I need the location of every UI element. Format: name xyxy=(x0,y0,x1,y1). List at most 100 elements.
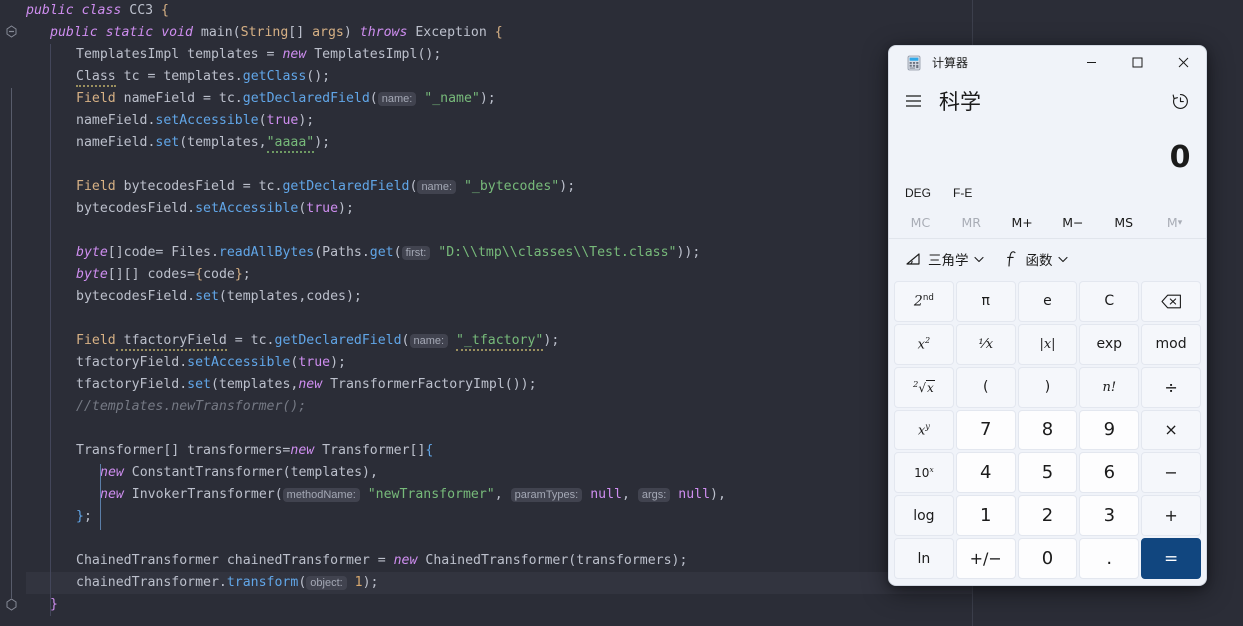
digit-9-key[interactable]: 9 xyxy=(1079,409,1140,451)
ten-power-key[interactable]: 10x xyxy=(894,452,954,494)
divide-key[interactable]: ÷ xyxy=(1141,366,1201,408)
factorial-key[interactable]: n! xyxy=(1079,366,1140,408)
code-token: bytecodesField. xyxy=(76,201,196,216)
calculator-window[interactable]: 计算器 科学 0 DEG F-E MC MR M+ M− MS M ▾ 三角学 … xyxy=(888,45,1207,586)
code-line[interactable]: bytecodesField.set(templates,codes); xyxy=(26,286,972,308)
code-line[interactable]: Class tc = templates.getClass(); xyxy=(26,66,972,88)
code-line[interactable]: tfactoryField.setAccessible(true); xyxy=(26,352,972,374)
code-token: set xyxy=(155,135,180,150)
code-line[interactable]: new ConstantTransformer(templates), xyxy=(26,462,972,484)
pi-key[interactable]: π xyxy=(955,281,1016,322)
code-line[interactable]: } xyxy=(26,594,972,616)
memory-store[interactable]: MS xyxy=(1098,209,1149,237)
hamburger-menu-icon[interactable] xyxy=(895,83,931,119)
code-token: ( xyxy=(232,25,241,40)
digit-2-key[interactable]: 2 xyxy=(1017,495,1078,537)
code-text-area[interactable]: public class CC3 {public static void mai… xyxy=(26,0,972,626)
code-line[interactable]: byte[]code= Files.readAllBytes(Paths.get… xyxy=(26,242,972,264)
digit-5-key[interactable]: 5 xyxy=(1017,452,1078,494)
code-line[interactable]: chainedTransformer.transform(object: 1); xyxy=(26,572,972,594)
code-token: args: xyxy=(637,488,671,502)
code-line[interactable]: ChainedTransformer chainedTransformer = … xyxy=(26,550,972,572)
euler-key[interactable]: e xyxy=(1017,281,1078,322)
exponent-key[interactable]: exp xyxy=(1079,323,1140,365)
memory-subtract[interactable]: M− xyxy=(1047,209,1098,237)
sign-toggle-key[interactable]: +/− xyxy=(955,538,1016,579)
close-paren-key[interactable]: ) xyxy=(1017,366,1078,408)
code-token: ); xyxy=(330,355,346,370)
add-key[interactable]: + xyxy=(1141,495,1201,537)
code-line[interactable]: tfactoryField.set(templates,new Transfor… xyxy=(26,374,972,396)
editor-gutter[interactable] xyxy=(0,0,26,626)
clear-key[interactable]: C xyxy=(1079,281,1140,322)
absolute-value-key[interactable]: |x| xyxy=(1017,323,1078,365)
code-line[interactable]: TemplatesImpl templates = new TemplatesI… xyxy=(26,44,972,66)
fold-marker-end[interactable] xyxy=(5,598,18,611)
subtract-key[interactable]: − xyxy=(1141,452,1201,494)
code-line[interactable]: Transformer[] transformers=new Transform… xyxy=(26,440,972,462)
close-button[interactable] xyxy=(1160,46,1206,79)
minimize-button[interactable] xyxy=(1068,46,1114,79)
code-token: (templates, xyxy=(179,135,267,150)
code-token: { xyxy=(425,443,434,458)
digit-7-key[interactable]: 7 xyxy=(955,409,1016,451)
digit-8-key[interactable]: 8 xyxy=(1017,409,1078,451)
digit-0-key[interactable]: 0 xyxy=(1017,538,1078,579)
multiply-key[interactable]: × xyxy=(1141,409,1201,451)
calculator-keypad: 2nd π e Cx2 ¹⁄x |x| exp mod 2√x() n! ÷ xy 7 8 9 × 10x 4 5 6… xyxy=(889,279,1206,585)
square-root-key[interactable]: 2√x xyxy=(894,366,954,408)
code-line[interactable]: public class CC3 { xyxy=(26,0,972,22)
square-key[interactable]: x2 xyxy=(894,323,954,365)
code-line[interactable]: byte[][] codes={code}; xyxy=(26,264,972,286)
code-token: throws xyxy=(359,25,408,40)
maximize-button[interactable] xyxy=(1114,46,1160,79)
code-token: true xyxy=(266,113,299,128)
code-line[interactable] xyxy=(26,418,972,440)
open-paren-key[interactable]: ( xyxy=(955,366,1016,408)
functions-dropdown[interactable]: 函数 xyxy=(1000,244,1074,274)
digit-4-key[interactable]: 4 xyxy=(955,452,1016,494)
modulo-key[interactable]: mod xyxy=(1141,323,1201,365)
log-key[interactable]: log xyxy=(894,495,954,537)
code-line[interactable]: public static void main(String[] args) t… xyxy=(26,22,972,44)
digit-3-key[interactable]: 3 xyxy=(1079,495,1140,537)
code-line[interactable]: Field nameField = tc.getDeclaredField(na… xyxy=(26,88,972,110)
backspace-key[interactable] xyxy=(1141,281,1201,322)
digit-6-key[interactable]: 6 xyxy=(1079,452,1140,494)
code-line[interactable]: //templates.newTransformer(); xyxy=(26,396,972,418)
decimal-point-key[interactable]: . xyxy=(1079,538,1140,579)
angle-unit-toggle[interactable]: DEG xyxy=(897,181,939,205)
reciprocal-key[interactable]: ¹⁄x xyxy=(955,323,1016,365)
code-token: setAccessible xyxy=(195,201,299,216)
fe-notation-toggle[interactable]: F-E xyxy=(945,181,980,205)
code-token: code xyxy=(203,267,235,282)
fold-marker-expanded[interactable] xyxy=(5,25,18,38)
code-line[interactable]: nameField.set(templates,"aaaa"); xyxy=(26,132,972,154)
ln-key[interactable]: ln xyxy=(894,538,954,579)
second-function-key[interactable]: 2nd xyxy=(894,281,954,322)
code-token: ChainedTransformer xyxy=(76,553,219,568)
memory-add[interactable]: M+ xyxy=(997,209,1048,237)
code-line[interactable]: Field tfactoryField = tc.getDeclaredFiel… xyxy=(26,330,972,352)
code-token: } xyxy=(50,597,58,612)
code-line[interactable] xyxy=(26,220,972,242)
code-line[interactable]: new InvokerTransformer(methodName: "newT… xyxy=(26,484,972,506)
code-line[interactable] xyxy=(26,528,972,550)
history-clock-icon[interactable] xyxy=(1162,83,1198,119)
code-line[interactable] xyxy=(26,308,972,330)
calculator-titlebar[interactable]: 计算器 xyxy=(889,46,1206,79)
code-line[interactable]: Field bytecodesField = tc.getDeclaredFie… xyxy=(26,176,972,198)
code-line[interactable] xyxy=(26,154,972,176)
code-token: nameField = tc. xyxy=(115,91,243,106)
trigonometry-dropdown[interactable]: 三角学 xyxy=(899,244,990,274)
code-line[interactable]: nameField.setAccessible(true); xyxy=(26,110,972,132)
code-token: CC3 xyxy=(129,3,154,18)
digit-1-key[interactable]: 1 xyxy=(955,495,1016,537)
equals-key[interactable]: = xyxy=(1141,538,1201,579)
code-token: ()); xyxy=(504,377,537,392)
code-token: []code= Files. xyxy=(107,245,219,260)
code-line[interactable]: }; xyxy=(26,506,972,528)
power-key[interactable]: xy xyxy=(894,409,954,451)
code-line[interactable]: bytecodesField.setAccessible(true); xyxy=(26,198,972,220)
